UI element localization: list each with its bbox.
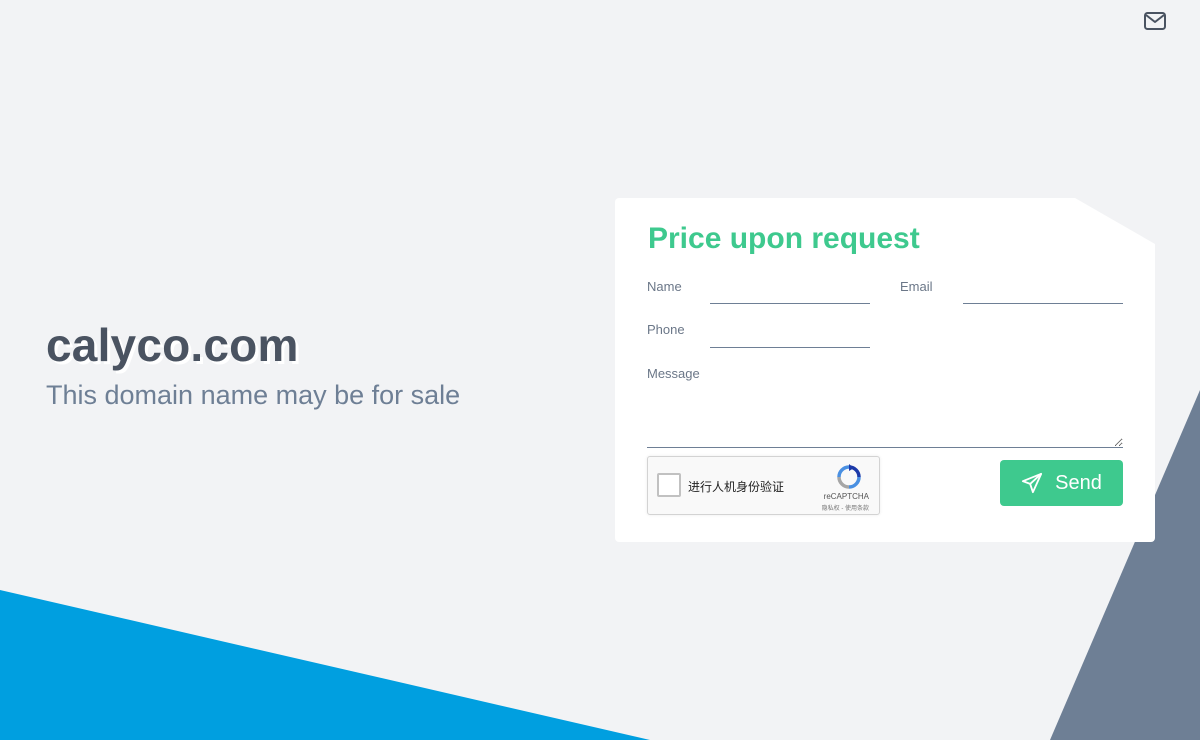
recaptcha-label: 进行人机身份验证 (688, 480, 785, 494)
name-label: Name (647, 279, 682, 294)
recaptcha-logo-icon (837, 464, 861, 489)
email-input[interactable] (963, 281, 1123, 304)
price-request-form: Price upon request Name Email Phone Mess… (615, 198, 1155, 542)
recaptcha-privacy-links[interactable]: 隐私权 - 使用条款 (822, 503, 869, 512)
name-input[interactable] (710, 281, 870, 304)
recaptcha-checkbox[interactable] (657, 473, 681, 497)
email-label: Email (900, 279, 933, 294)
envelope-icon[interactable] (1144, 12, 1166, 30)
blue-shape (0, 590, 650, 740)
message-label: Message (647, 366, 700, 381)
recaptcha-widget: 进行人机身份验证 reCAPTCHA 隐私权 - 使用条款 (647, 456, 880, 515)
paper-plane-icon (1022, 472, 1043, 494)
send-button[interactable]: Send (1000, 460, 1123, 506)
phone-label: Phone (647, 322, 685, 337)
sale-tagline: This domain name may be for sale (46, 380, 461, 410)
form-title: Price upon request (648, 222, 920, 255)
domain-name: calyco.com (46, 319, 299, 371)
message-textarea[interactable] (647, 393, 1123, 448)
send-button-label: Send (1055, 471, 1102, 494)
hero: calyco.com This domain name may be for s… (46, 318, 460, 411)
phone-input[interactable] (710, 325, 870, 348)
page: calyco.com This domain name may be for s… (0, 0, 1200, 740)
recaptcha-brand: reCAPTCHA (823, 492, 869, 501)
